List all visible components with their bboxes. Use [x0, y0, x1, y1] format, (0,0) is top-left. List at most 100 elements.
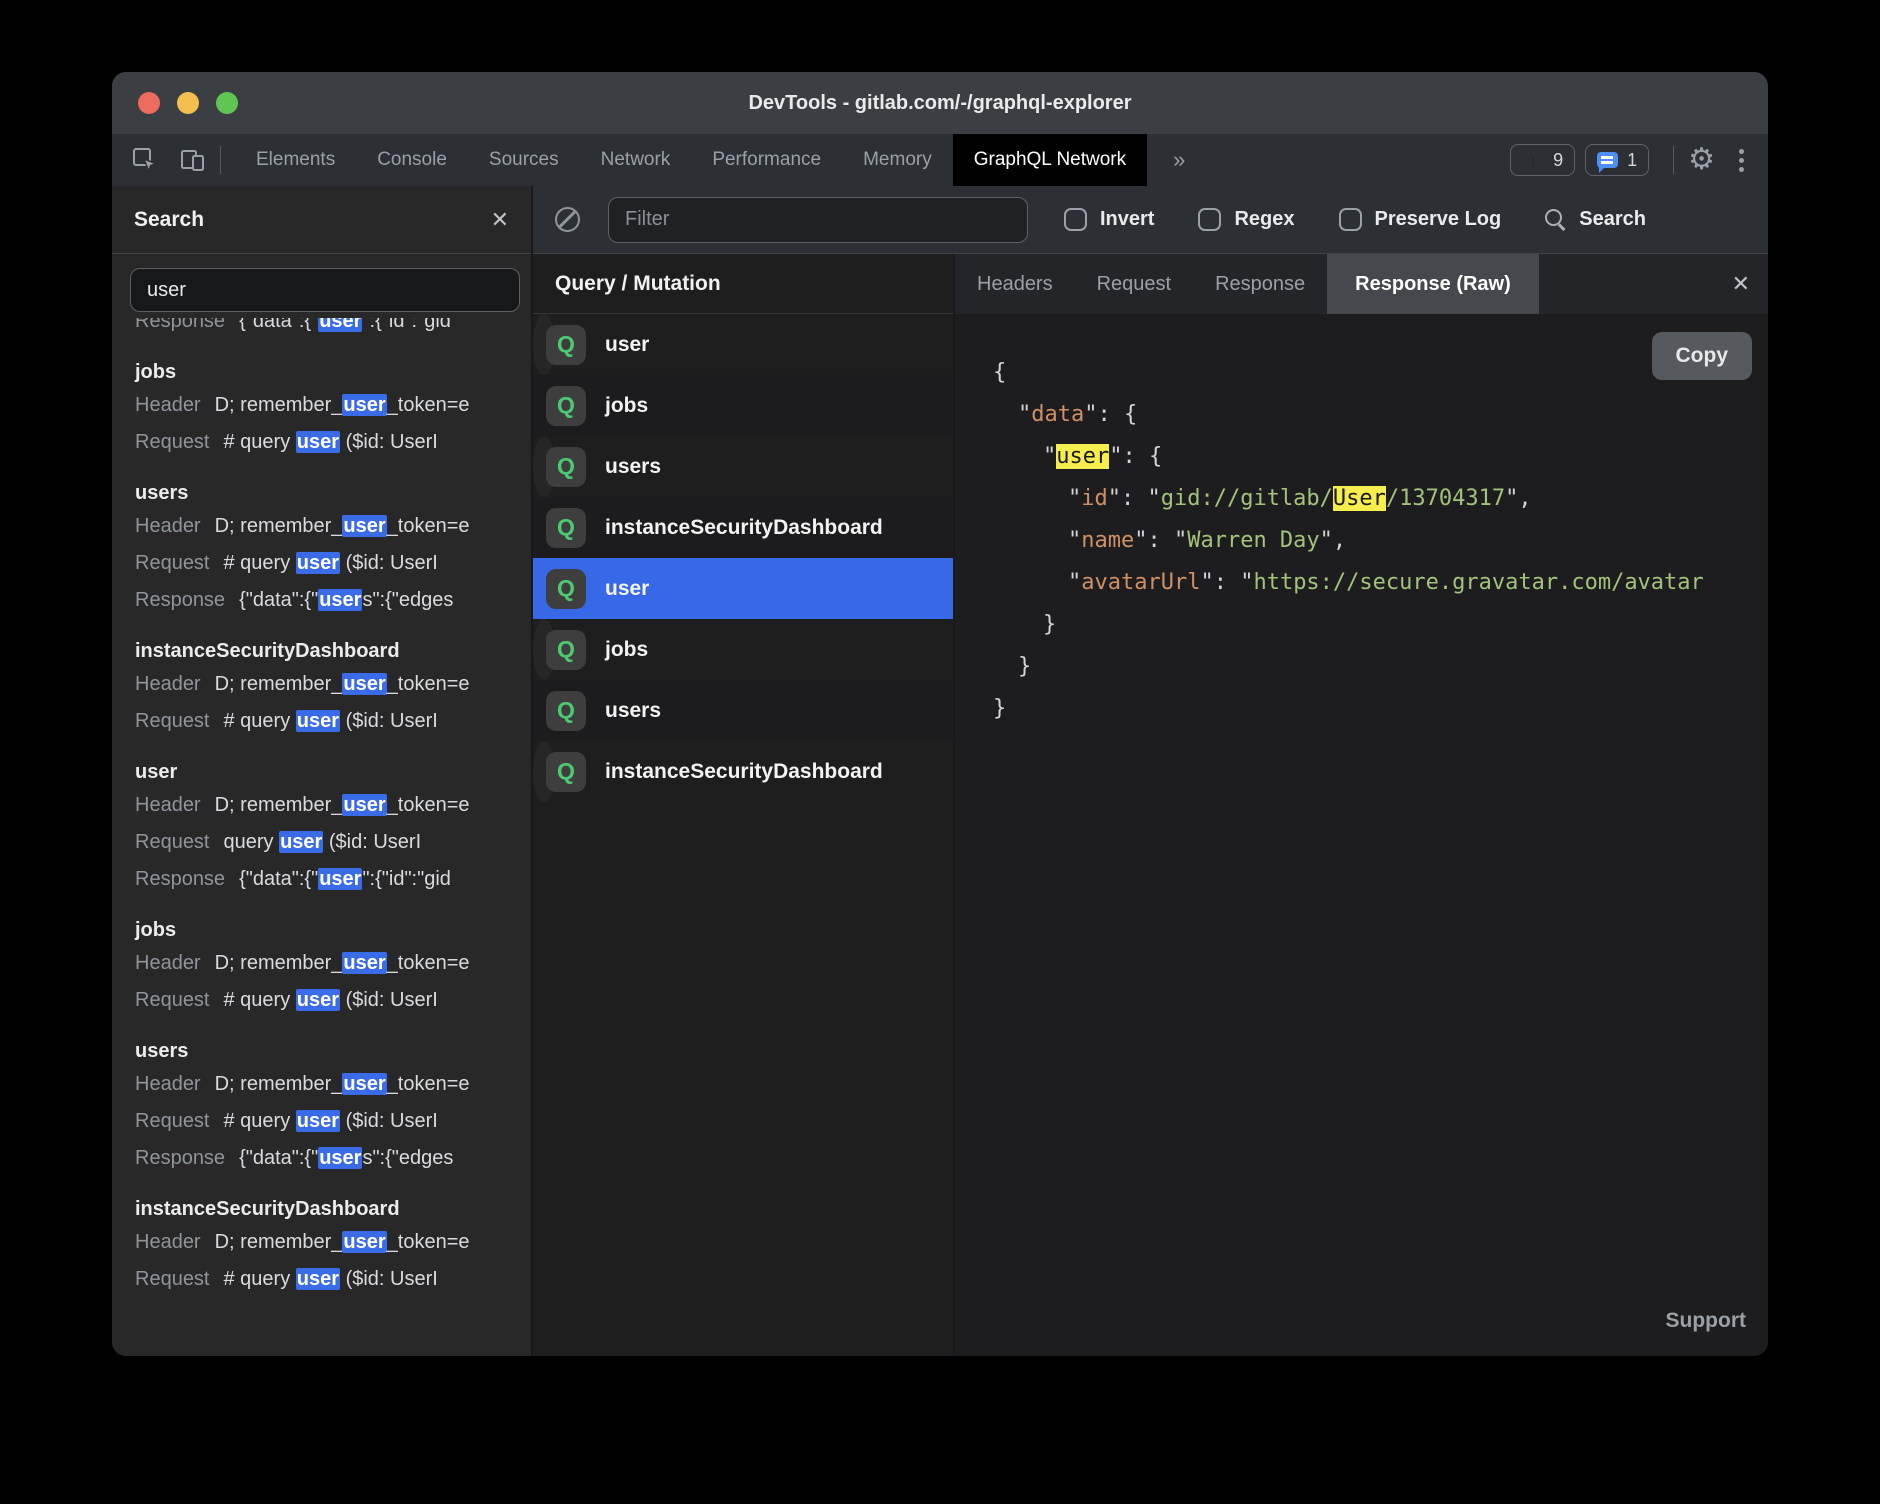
json-token: ": ": [1134, 528, 1187, 553]
checkbox-box-regex[interactable]: [1198, 208, 1221, 231]
clear-block-icon[interactable]: [555, 207, 580, 232]
tab-response-raw[interactable]: Response (Raw): [1327, 254, 1539, 314]
line-label: Request: [135, 552, 210, 574]
search-close-icon[interactable]: ✕: [491, 207, 509, 233]
title-bar: DevTools - gitlab.com/-/graphql-explorer: [112, 72, 1768, 134]
filter-input[interactable]: [608, 197, 1028, 243]
minimize-window-button[interactable]: [177, 92, 199, 114]
match-highlight: user: [342, 1073, 386, 1095]
detail-close-icon[interactable]: ✕: [1732, 271, 1750, 297]
json-line: "name": "Warren Day",: [993, 520, 1768, 562]
query-item-users[interactable]: Qusers: [533, 436, 555, 497]
tab-request[interactable]: Request: [1075, 254, 1194, 314]
support-link[interactable]: Support: [1666, 1300, 1746, 1342]
device-toolbar-icon[interactable]: [180, 147, 206, 173]
query-list-header: Query / Mutation: [533, 254, 953, 314]
line-content: # query user ($id: UserI: [224, 1110, 438, 1132]
line-text: D; remember_: [215, 673, 343, 695]
line-content: D; remember_user_token=e: [215, 394, 470, 416]
checkbox-box-invert[interactable]: [1064, 208, 1087, 231]
filter-checkboxes: Invert Regex Preserve Log: [1064, 208, 1501, 231]
line-label: Header: [135, 673, 201, 695]
search-result-entry[interactable]: jobsHeaderD; remember_user_token=eReques…: [135, 915, 531, 1019]
checkbox-regex[interactable]: Regex: [1198, 208, 1294, 231]
json-token: ": {: [1084, 402, 1137, 427]
search-result-line: Request# query user ($id: UserI: [135, 703, 531, 740]
result-operation-name: jobs: [135, 357, 531, 387]
search-result-entry[interactable]: instanceSecurityDashboardHeaderD; rememb…: [135, 1194, 531, 1298]
line-text: {"data":{": [239, 868, 318, 890]
json-line: "avatarUrl": "https://secure.gravatar.co…: [993, 562, 1768, 604]
line-text: ($id: UserI: [340, 710, 438, 732]
checkbox-preserve-log[interactable]: Preserve Log: [1339, 208, 1502, 231]
search-result-line: HeaderD; remember_user_token=e: [135, 945, 531, 982]
json-token: }: [1043, 612, 1056, 637]
match-highlight: user: [342, 952, 386, 974]
search-input[interactable]: [130, 268, 520, 312]
kebab-menu-icon[interactable]: [1739, 149, 1744, 172]
query-item-instancesecuritydashboard[interactable]: QinstanceSecurityDashboard: [533, 497, 953, 558]
result-operation-name: jobs: [135, 915, 531, 945]
line-content: D; remember_user_token=e: [215, 515, 470, 537]
console-warnings-badge[interactable]: ! 9: [1510, 144, 1575, 176]
search-result-entry[interactable]: usersHeaderD; remember_user_token=eReque…: [135, 478, 531, 619]
line-text: # query: [224, 989, 296, 1011]
line-content: {"data":{"user":{"id":"gid: [239, 318, 451, 332]
query-item-label: jobs: [605, 638, 648, 662]
line-text: ($id: UserI: [340, 431, 438, 453]
line-text: _token=e: [387, 1231, 470, 1253]
tab-elements[interactable]: Elements: [235, 134, 356, 186]
line-text: D; remember_: [215, 1231, 343, 1253]
match-highlight: user: [296, 552, 340, 574]
query-item-instancesecuritydashboard[interactable]: QinstanceSecurityDashboard: [533, 741, 555, 802]
line-text: ($id: UserI: [340, 989, 438, 1011]
json-token: }: [1018, 654, 1031, 679]
result-operation-name: instanceSecurityDashboard: [135, 636, 531, 666]
search-result-entry[interactable]: userHeaderD; remember_user_token=eReques…: [135, 757, 531, 898]
line-text: _token=e: [387, 394, 470, 416]
devtools-window: DevTools - gitlab.com/-/graphql-explorer…: [112, 72, 1768, 1356]
query-item-jobs[interactable]: Qjobs: [533, 375, 953, 436]
json-token: avatarUrl: [1081, 570, 1200, 595]
search-result-line: HeaderD; remember_user_token=e: [135, 1066, 531, 1103]
search-result-entry[interactable]: jobsHeaderD; remember_user_token=eReques…: [135, 357, 531, 461]
search-result-line: Response{"data":{"user":{"id":"gid: [135, 861, 531, 898]
tab-response[interactable]: Response: [1193, 254, 1327, 314]
json-token: }: [993, 696, 1006, 721]
checkbox-invert[interactable]: Invert: [1064, 208, 1154, 231]
line-content: query user ($id: UserI: [224, 831, 422, 853]
search-panel-header: Search ✕: [112, 186, 531, 254]
json-line: }: [993, 688, 1768, 730]
result-operation-name: user: [135, 757, 531, 787]
zoom-window-button[interactable]: [216, 92, 238, 114]
tab-sources[interactable]: Sources: [468, 134, 580, 186]
copy-button[interactable]: Copy: [1652, 332, 1753, 380]
checkbox-box-preserve-log[interactable]: [1339, 208, 1362, 231]
search-result-line: Response{"data":{"users":{"edges: [135, 1140, 531, 1177]
search-result-entry[interactable]: instanceSecurityDashboard Header D; rememb…: [135, 636, 531, 740]
tab-graphql-network[interactable]: GraphQL Network: [953, 134, 1147, 186]
query-item-user[interactable]: Quser: [533, 558, 953, 619]
console-messages-badge[interactable]: 1: [1585, 144, 1649, 176]
line-text: _token=e: [387, 515, 470, 537]
query-item-user[interactable]: Quser: [533, 314, 555, 375]
close-window-button[interactable]: [138, 92, 160, 114]
tab-headers[interactable]: Headers: [955, 254, 1075, 314]
network-search-control[interactable]: Search: [1545, 208, 1646, 231]
inspect-element-icon[interactable]: [132, 147, 158, 173]
search-result-entry[interactable]: usersHeaderD; remember_user_token=eReque…: [135, 1036, 531, 1177]
query-item-users[interactable]: Qusers: [533, 680, 953, 741]
more-tabs-chevron-icon[interactable]: »: [1147, 147, 1211, 173]
tab-performance[interactable]: Performance: [691, 134, 842, 186]
settings-gear-icon[interactable]: ⚙: [1688, 145, 1715, 175]
tab-memory[interactable]: Memory: [842, 134, 953, 186]
line-text: s":{"edges: [362, 589, 453, 611]
query-type-icon: Q: [546, 630, 586, 670]
json-line: "id": "gid://gitlab/User/13704317",: [993, 478, 1768, 520]
tab-network[interactable]: Network: [580, 134, 692, 186]
line-content: D; remember_user_token=e: [215, 952, 470, 974]
tab-console[interactable]: Console: [356, 134, 468, 186]
query-item-jobs[interactable]: Qjobs: [533, 619, 555, 680]
json-token: ",: [1320, 528, 1347, 553]
json-token: data: [1031, 402, 1084, 427]
